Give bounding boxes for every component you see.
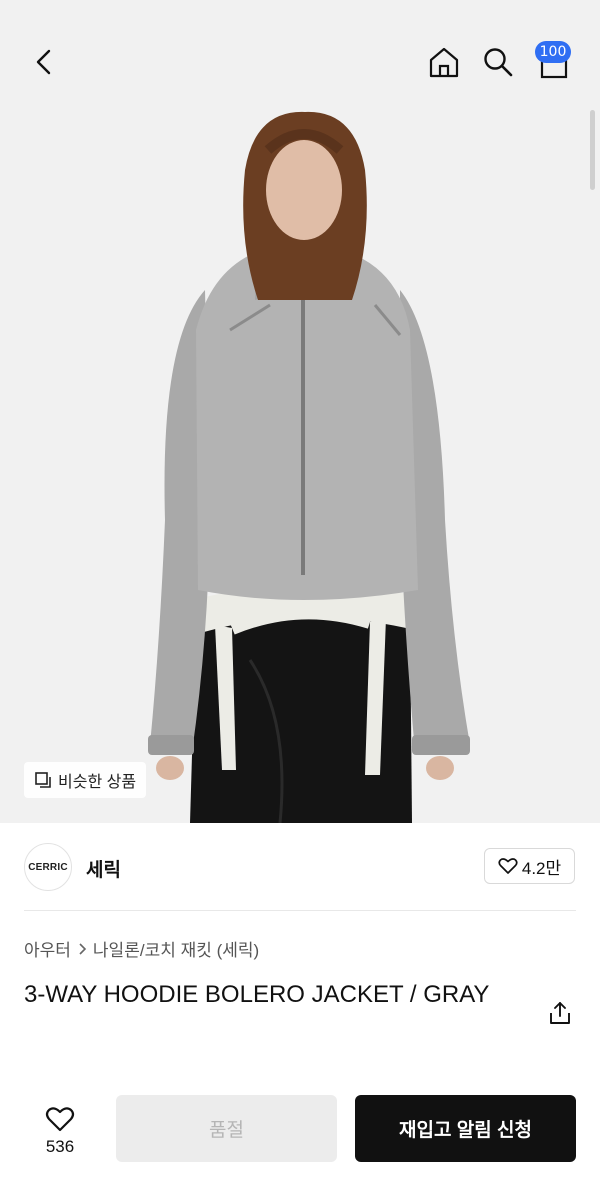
model-photo: [148, 111, 470, 823]
brand-logo[interactable]: CERRIC: [24, 843, 72, 891]
breadcrumb-category[interactable]: 아우터: [24, 936, 71, 961]
search-button[interactable]: [476, 40, 520, 84]
similar-products-button[interactable]: 비슷한 상품: [24, 762, 147, 798]
brand-name[interactable]: 세릭: [86, 855, 121, 882]
breadcrumb-subcategory[interactable]: 나일론/코치 재킷 (세릭): [93, 936, 259, 961]
brand-like-button[interactable]: 4.2만: [484, 848, 575, 884]
share-button[interactable]: [544, 996, 576, 1030]
similar-squares-icon: [35, 772, 51, 788]
breadcrumb: 아우터 나일론/코치 재킷 (세릭): [24, 936, 259, 961]
divider: [24, 910, 576, 911]
brand-row: CERRIC 세릭 4.2만: [0, 823, 600, 911]
heart-icon: [45, 1106, 75, 1131]
product-image[interactable]: 100 비슷한 상품: [0, 0, 600, 823]
product-title: 3-WAY HOODIE BOLERO JACKET / GRAY: [24, 981, 490, 1008]
restock-alert-button[interactable]: 재입고 알림 신청: [355, 1095, 576, 1162]
brand-like-count: 4.2만: [521, 858, 562, 878]
back-button[interactable]: [22, 40, 66, 84]
heart-icon: [498, 858, 518, 874]
home-icon: [429, 47, 459, 78]
product-like-button[interactable]: 536: [24, 1096, 96, 1166]
chevron-right-icon: [79, 942, 87, 955]
cart-count-badge: 100: [535, 41, 571, 63]
similar-products-label: 비슷한 상품: [58, 774, 137, 791]
chevron-left-icon: [36, 49, 51, 75]
top-navigation-bar: 100: [0, 0, 600, 120]
soldout-button: 품절: [116, 1095, 337, 1162]
home-button[interactable]: [422, 40, 466, 84]
product-like-count: 536: [45, 1136, 75, 1156]
bottom-action-bar: 536 품절 재입고 알림 신청: [0, 1080, 600, 1200]
scrollbar[interactable]: [590, 110, 595, 190]
share-icon: [550, 1002, 570, 1024]
search-icon: [484, 48, 513, 77]
